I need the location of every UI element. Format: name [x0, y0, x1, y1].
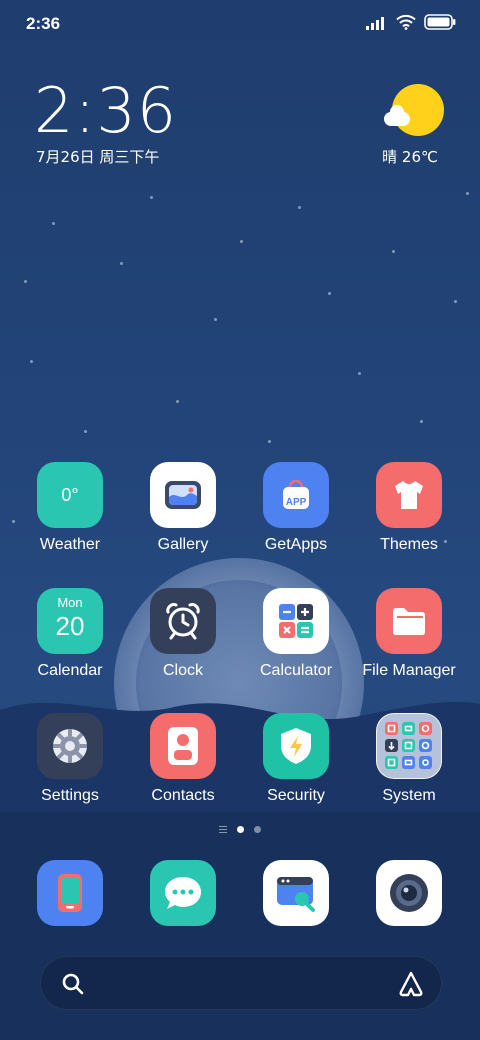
- dock-browser[interactable]: [241, 860, 351, 926]
- system-folder-icon: [376, 713, 442, 779]
- dock-camera[interactable]: [354, 860, 464, 926]
- app-weather[interactable]: 0° Weather: [15, 462, 125, 554]
- alarm-clock-icon: [150, 588, 216, 654]
- search-icon[interactable]: [61, 972, 85, 1000]
- app-file-manager[interactable]: File Manager: [354, 588, 464, 680]
- clock-widget-time[interactable]: 2:36: [34, 74, 177, 147]
- calculator-icon: [263, 588, 329, 654]
- calendar-day-number: 20: [55, 611, 85, 641]
- app-label: System: [382, 787, 436, 804]
- app-settings[interactable]: Settings: [15, 713, 125, 805]
- app-gallery[interactable]: Gallery: [128, 462, 238, 554]
- folder-icon: [376, 588, 442, 654]
- status-bar: 2:36: [0, 0, 480, 50]
- camera-icon: [376, 860, 442, 926]
- battery-icon: [424, 14, 456, 34]
- getapps-icon: APP: [263, 462, 329, 528]
- phone-icon: [37, 860, 103, 926]
- app-label: File Manager: [362, 662, 456, 679]
- app-contacts[interactable]: Contacts: [128, 713, 238, 805]
- calendar-day-name: Mon: [57, 595, 83, 610]
- clock-widget-date: 7月26日 周三下午: [36, 148, 160, 166]
- dock-phone[interactable]: [15, 860, 125, 926]
- search-bar[interactable]: [40, 956, 442, 1010]
- weather-temp: 0°: [61, 484, 79, 505]
- app-label: Contacts: [151, 787, 215, 804]
- app-calculator[interactable]: Calculator: [241, 588, 351, 680]
- app-vault-indicator[interactable]: [219, 826, 227, 833]
- app-label: Clock: [162, 662, 203, 679]
- weather-app-icon: 0°: [37, 462, 103, 528]
- wifi-icon: [396, 14, 416, 34]
- calendar-icon: Mon 20: [37, 588, 103, 654]
- app-calendar[interactable]: Mon 20 Calendar: [15, 588, 125, 680]
- assistant-icon[interactable]: [397, 970, 425, 1002]
- app-label: Security: [267, 787, 325, 804]
- app-label: GetApps: [264, 536, 328, 553]
- dock-messages[interactable]: [128, 860, 238, 926]
- tshirt-icon: [376, 462, 442, 528]
- page-dot[interactable]: [254, 826, 261, 833]
- browser-icon: [263, 860, 329, 926]
- page-dot-active[interactable]: [237, 826, 244, 833]
- signal-icon: [366, 15, 388, 34]
- status-time: 2:36: [26, 14, 61, 33]
- app-security[interactable]: Security: [241, 713, 351, 805]
- page-indicator[interactable]: [0, 826, 480, 833]
- app-themes[interactable]: Themes: [354, 462, 464, 554]
- app-label: Calculator: [259, 662, 333, 679]
- weather-widget[interactable]: 晴 26℃: [382, 84, 444, 166]
- app-clock[interactable]: Clock: [128, 588, 238, 680]
- shield-icon: [263, 713, 329, 779]
- messages-icon: [150, 860, 216, 926]
- gallery-icon: [150, 462, 216, 528]
- app-getapps[interactable]: APP GetApps: [241, 462, 351, 554]
- weather-widget-text: 晴 26℃: [382, 148, 438, 166]
- app-label: Calendar: [37, 662, 103, 679]
- app-label: Settings: [41, 787, 99, 804]
- app-label: Themes: [380, 536, 438, 553]
- getapps-icon-text: APP: [285, 497, 307, 508]
- app-label: Weather: [39, 536, 101, 553]
- app-label: Gallery: [157, 536, 209, 553]
- gear-icon: [37, 713, 103, 779]
- app-folder-system[interactable]: System: [354, 713, 464, 805]
- contact-icon: [150, 713, 216, 779]
